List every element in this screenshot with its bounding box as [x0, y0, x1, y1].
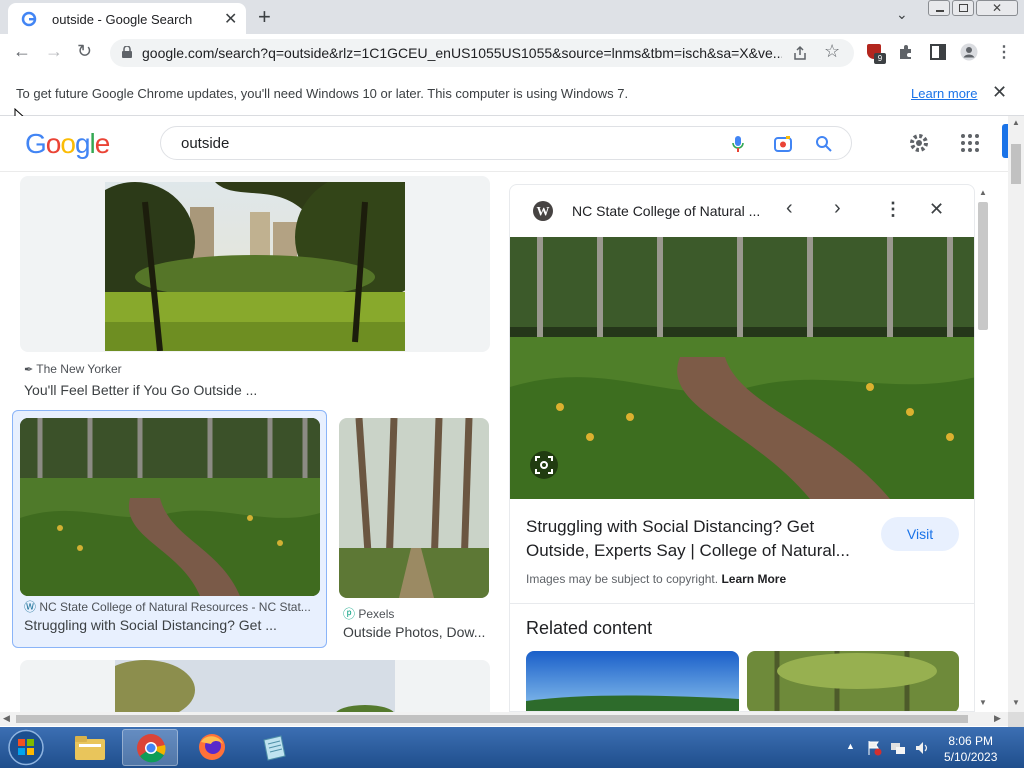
- result-source-text: Pexels: [358, 607, 395, 621]
- panel-header: W NC State College of Natural ... ‹ › ⋮ …: [510, 185, 974, 237]
- image-preview-panel: W NC State College of Natural ... ‹ › ⋮ …: [509, 184, 975, 712]
- share-icon[interactable]: [792, 45, 808, 61]
- panel-more-kebab-icon[interactable]: ⋮: [884, 199, 902, 220]
- previous-result-chevron-icon[interactable]: ‹: [786, 197, 793, 220]
- close-window-button[interactable]: ✕: [976, 0, 1018, 16]
- result-source: ⓟ Pexels: [343, 605, 489, 622]
- image-result-card[interactable]: ✒ The New Yorker You'll Feel Better if Y…: [20, 176, 490, 402]
- image-results-grid: ✒ The New Yorker You'll Feel Better if Y…: [0, 172, 500, 712]
- image-result-card[interactable]: ⓟ Pexels Outside Photos, Dow...: [339, 418, 489, 648]
- panel-title[interactable]: Struggling with Social Distancing? Get O…: [526, 515, 876, 563]
- lens-camera-icon[interactable]: [773, 134, 793, 154]
- url-text: google.com/search?q=outside&rlz=1C1GCEU_…: [142, 45, 782, 61]
- new-tab-icon[interactable]: +: [258, 4, 271, 30]
- infobar-message: To get future Google Chrome updates, you…: [16, 86, 629, 101]
- image-result-card-selected[interactable]: Ⓦ NC State College of Natural Resources …: [12, 410, 327, 648]
- copyright-text: Images may be subject to copyright.: [526, 572, 719, 586]
- extension-badge: 9: [874, 53, 886, 64]
- woods-trail-image: [339, 418, 489, 598]
- copyright-notice: Images may be subject to copyright. Lear…: [526, 572, 786, 586]
- scrollbar-corner: [1008, 712, 1024, 727]
- apps-grid-icon[interactable]: [960, 133, 980, 153]
- side-panel-icon[interactable]: [929, 43, 947, 61]
- profile-avatar-icon[interactable]: [960, 43, 978, 61]
- close-panel-icon[interactable]: ✕: [929, 199, 944, 220]
- result-source-text: The New Yorker: [36, 362, 122, 376]
- new-yorker-favicon-icon: ✒: [24, 364, 37, 376]
- result-caption[interactable]: Outside Photos, Dow...: [343, 624, 489, 640]
- restore-button[interactable]: [952, 0, 974, 16]
- result-source-text: NC State College of Natural Resources - …: [39, 600, 311, 614]
- bookmark-star-icon[interactable]: ☆: [824, 41, 840, 62]
- forest-path-image: [20, 418, 320, 596]
- start-orb-icon[interactable]: [6, 729, 46, 766]
- page-vertical-scrollbar[interactable]: ▲ ▼: [1008, 116, 1024, 712]
- google-favicon-icon: [21, 11, 37, 27]
- related-image-sky[interactable]: [526, 651, 739, 712]
- folder-icon: [75, 736, 105, 760]
- firefox-taskbar-button[interactable]: [184, 729, 240, 766]
- svg-text:W: W: [537, 204, 550, 219]
- volume-speaker-icon[interactable]: [914, 740, 930, 756]
- forest-path-preview-image[interactable]: [510, 237, 975, 499]
- tab-search-chevron-icon[interactable]: ⌄: [896, 6, 908, 23]
- panel-divider: [510, 603, 974, 604]
- result-source: Ⓦ NC State College of Natural Resources …: [24, 598, 319, 615]
- system-tray: ▲ 8:06 PM 5/10/2023: [840, 727, 1024, 768]
- notepad-taskbar-button[interactable]: [246, 729, 302, 766]
- action-center-flag-icon[interactable]: [866, 740, 882, 756]
- lock-icon: [122, 46, 132, 58]
- address-bar[interactable]: google.com/search?q=outside&rlz=1C1GCEU_…: [110, 39, 854, 67]
- related-content-heading: Related content: [526, 618, 653, 638]
- copyright-learn-more-link[interactable]: Learn More: [721, 572, 786, 586]
- notepad-icon: [263, 735, 286, 761]
- update-infobar: To get future Google Chrome updates, you…: [0, 72, 1024, 116]
- network-icon[interactable]: [890, 740, 906, 756]
- clock-date: 5/10/2023: [944, 750, 998, 764]
- show-hidden-icons-chevron-icon[interactable]: ▲: [846, 741, 855, 751]
- sky-landscape-image: [115, 660, 395, 712]
- chrome-logo-icon: [137, 734, 166, 763]
- forward-arrow-icon[interactable]: →: [45, 41, 63, 62]
- visit-button[interactable]: Visit: [881, 517, 959, 551]
- back-arrow-icon[interactable]: ←: [13, 41, 31, 62]
- reload-icon[interactable]: ↻: [77, 41, 92, 62]
- windows-taskbar: ▲ 8:06 PM 5/10/2023: [0, 727, 1024, 768]
- park-city-image: [105, 182, 405, 351]
- result-caption[interactable]: You'll Feel Better if You Go Outside ...: [24, 382, 484, 398]
- voice-search-mic-icon[interactable]: [731, 135, 745, 153]
- chrome-taskbar-button[interactable]: [122, 729, 178, 766]
- google-logo[interactable]: Google: [25, 128, 110, 160]
- panel-site-name[interactable]: NC State College of Natural ...: [572, 203, 762, 219]
- explorer-taskbar-button[interactable]: [62, 729, 118, 766]
- next-result-chevron-icon[interactable]: ›: [834, 197, 841, 220]
- taskbar-clock[interactable]: 8:06 PM 5/10/2023: [944, 733, 997, 765]
- tab-title: outside - Google Search: [52, 12, 193, 27]
- firefox-logo-icon: [199, 734, 225, 760]
- panel-scrollbar[interactable]: ▲ ▼: [976, 184, 990, 712]
- pexels-favicon-icon: ⓟ: [343, 607, 359, 621]
- minimize-button[interactable]: [928, 0, 950, 16]
- result-caption[interactable]: Struggling with Social Distancing? Get .…: [24, 617, 319, 633]
- result-source: ✒ The New Yorker: [24, 362, 484, 376]
- clock-time: 8:06 PM: [948, 734, 994, 748]
- chrome-menu-kebab-icon[interactable]: ⋮: [996, 42, 1012, 62]
- search-box[interactable]: outside: [160, 126, 852, 160]
- extension-shield-icon[interactable]: 9: [866, 43, 886, 64]
- related-image-forest[interactable]: [747, 651, 959, 712]
- google-header: Google outside: [0, 116, 1008, 172]
- wordpress-favicon-icon: Ⓦ: [24, 600, 40, 614]
- close-infobar-icon[interactable]: ✕: [992, 82, 1007, 103]
- extensions-puzzle-icon[interactable]: [897, 43, 915, 61]
- tab-strip: outside - Google Search ✕ + ⌄ ✕: [0, 0, 1024, 34]
- image-result-card[interactable]: [20, 660, 490, 712]
- search-input[interactable]: outside: [181, 135, 229, 152]
- browser-tab[interactable]: outside - Google Search ✕: [8, 3, 246, 34]
- settings-gear-icon[interactable]: [908, 132, 930, 154]
- search-magnifier-icon[interactable]: [815, 135, 833, 153]
- learn-more-link[interactable]: Learn more: [911, 86, 977, 101]
- wordpress-logo-icon: W: [533, 201, 553, 221]
- page-horizontal-scrollbar[interactable]: ◀ ▶: [0, 712, 1008, 726]
- close-tab-icon[interactable]: ✕: [224, 9, 237, 29]
